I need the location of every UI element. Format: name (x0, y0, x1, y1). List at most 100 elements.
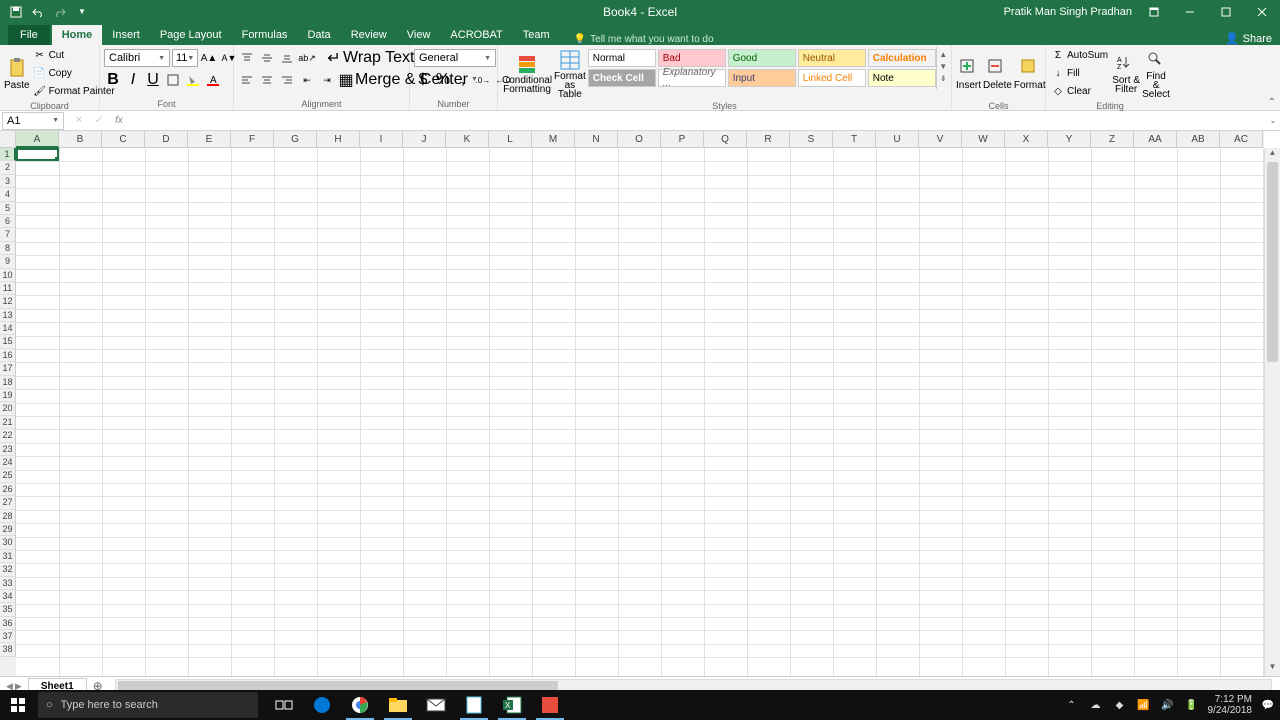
col-header-AC[interactable]: AC (1220, 131, 1263, 148)
underline-button[interactable]: U (144, 71, 162, 89)
conditional-formatting-button[interactable]: Conditional Formatting (502, 47, 552, 101)
find-select-button[interactable]: Find & Select (1142, 47, 1170, 101)
col-header-W[interactable]: W (962, 131, 1005, 148)
close-button[interactable] (1248, 0, 1276, 23)
row-header-37[interactable]: 37 (0, 630, 16, 643)
col-header-U[interactable]: U (876, 131, 919, 148)
scroll-up-icon[interactable]: ▲ (1265, 148, 1280, 162)
mail-icon[interactable] (418, 690, 454, 720)
align-bottom-icon[interactable] (278, 49, 296, 67)
row-header-13[interactable]: 13 (0, 309, 16, 322)
vertical-scrollbar[interactable]: ▲ ▼ (1264, 148, 1280, 676)
row-header-6[interactable]: 6 (0, 215, 16, 228)
col-header-R[interactable]: R (747, 131, 790, 148)
fx-icon[interactable]: fx (110, 113, 128, 129)
delete-cells-button[interactable]: Delete (983, 47, 1012, 101)
undo-icon[interactable] (30, 4, 46, 20)
gallery-up-icon[interactable]: ▲ (937, 50, 950, 62)
row-header-7[interactable]: 7 (0, 228, 16, 241)
cell-style-neutral[interactable]: Neutral (798, 49, 866, 67)
comma-format-icon[interactable]: , (454, 71, 472, 89)
align-left-icon[interactable] (238, 71, 256, 89)
tab-insert[interactable]: Insert (102, 25, 150, 45)
cell-style-bad[interactable]: Bad (658, 49, 726, 67)
row-header-21[interactable]: 21 (0, 416, 16, 429)
increase-font-icon[interactable]: A▲ (200, 49, 218, 67)
col-header-M[interactable]: M (532, 131, 575, 148)
accounting-format-icon[interactable]: $ (414, 71, 432, 89)
cell-style-input[interactable]: Input (728, 69, 796, 87)
row-header-35[interactable]: 35 (0, 603, 16, 616)
notepad-icon[interactable] (456, 690, 492, 720)
tab-data[interactable]: Data (297, 25, 340, 45)
row-header-8[interactable]: 8 (0, 242, 16, 255)
sort-filter-button[interactable]: AZSort & Filter (1112, 47, 1140, 101)
row-header-16[interactable]: 16 (0, 349, 16, 362)
collapse-ribbon-icon[interactable]: ⌃ (1268, 97, 1276, 108)
tab-acrobat[interactable]: ACROBAT (440, 25, 512, 45)
row-header-28[interactable]: 28 (0, 510, 16, 523)
onedrive-icon[interactable]: ☁ (1088, 697, 1104, 713)
row-header-19[interactable]: 19 (0, 389, 16, 402)
col-header-N[interactable]: N (575, 131, 618, 148)
camtasia-icon[interactable] (532, 690, 568, 720)
row-header-11[interactable]: 11 (0, 282, 16, 295)
insert-cells-button[interactable]: Insert (956, 47, 981, 101)
cells-area[interactable] (16, 148, 1264, 676)
col-header-K[interactable]: K (446, 131, 489, 148)
clear-button[interactable]: ◇Clear (1050, 83, 1110, 100)
ribbon-display-icon[interactable] (1140, 0, 1168, 23)
row-header-23[interactable]: 23 (0, 443, 16, 456)
col-header-F[interactable]: F (231, 131, 274, 148)
cancel-icon[interactable]: ✕ (70, 113, 88, 129)
row-header-26[interactable]: 26 (0, 483, 16, 496)
col-header-I[interactable]: I (360, 131, 403, 148)
col-header-C[interactable]: C (102, 131, 145, 148)
bold-button[interactable]: B (104, 71, 122, 89)
taskbar-search[interactable]: ○ Type here to search (38, 692, 258, 718)
align-middle-icon[interactable] (258, 49, 276, 67)
col-header-Y[interactable]: Y (1048, 131, 1091, 148)
border-button[interactable] (164, 71, 182, 89)
number-format-selector[interactable]: General▼ (414, 49, 496, 67)
cell-style-normal[interactable]: Normal (588, 49, 656, 67)
cell-style-good[interactable]: Good (728, 49, 796, 67)
cell-style-explanatory-[interactable]: Explanatory ... (658, 69, 726, 87)
gallery-more-icon[interactable]: ⇟ (937, 74, 950, 86)
gallery-down-icon[interactable]: ▼ (937, 62, 950, 74)
row-header-2[interactable]: 2 (0, 161, 16, 174)
row-header-5[interactable]: 5 (0, 202, 16, 215)
col-header-Z[interactable]: Z (1091, 131, 1134, 148)
row-header-15[interactable]: 15 (0, 335, 16, 348)
align-top-icon[interactable] (238, 49, 256, 67)
col-header-D[interactable]: D (145, 131, 188, 148)
row-header-17[interactable]: 17 (0, 362, 16, 375)
row-header-29[interactable]: 29 (0, 523, 16, 536)
align-center-icon[interactable] (258, 71, 276, 89)
orientation-icon[interactable]: ab↗ (298, 49, 316, 67)
col-header-AA[interactable]: AA (1134, 131, 1177, 148)
col-header-O[interactable]: O (618, 131, 661, 148)
volume-icon[interactable]: 🔊 (1160, 697, 1176, 713)
format-cells-button[interactable]: Format (1014, 47, 1046, 101)
font-size-selector[interactable]: 11▼ (172, 49, 198, 67)
tab-team[interactable]: Team (513, 25, 560, 45)
tab-formulas[interactable]: Formulas (232, 25, 298, 45)
increase-indent-icon[interactable]: ⇥ (318, 71, 336, 89)
tab-view[interactable]: View (397, 25, 441, 45)
cell-style-linked-cell[interactable]: Linked Cell (798, 69, 866, 87)
row-header-30[interactable]: 30 (0, 536, 16, 549)
qat-customize-icon[interactable]: ▼ (74, 4, 90, 20)
expand-formula-bar-icon[interactable]: ⌄ (1266, 116, 1280, 125)
paste-button[interactable]: Paste (4, 47, 30, 101)
redo-icon[interactable] (52, 4, 68, 20)
tell-me-search[interactable]: 💡 Tell me what you want to do (574, 34, 714, 45)
italic-button[interactable]: I (124, 71, 142, 89)
align-right-icon[interactable] (278, 71, 296, 89)
col-header-J[interactable]: J (403, 131, 446, 148)
chrome-icon[interactable] (342, 690, 378, 720)
row-header-10[interactable]: 10 (0, 269, 16, 282)
excel-taskbar-icon[interactable]: X (494, 690, 530, 720)
row-header-38[interactable]: 38 (0, 643, 16, 656)
col-header-T[interactable]: T (833, 131, 876, 148)
